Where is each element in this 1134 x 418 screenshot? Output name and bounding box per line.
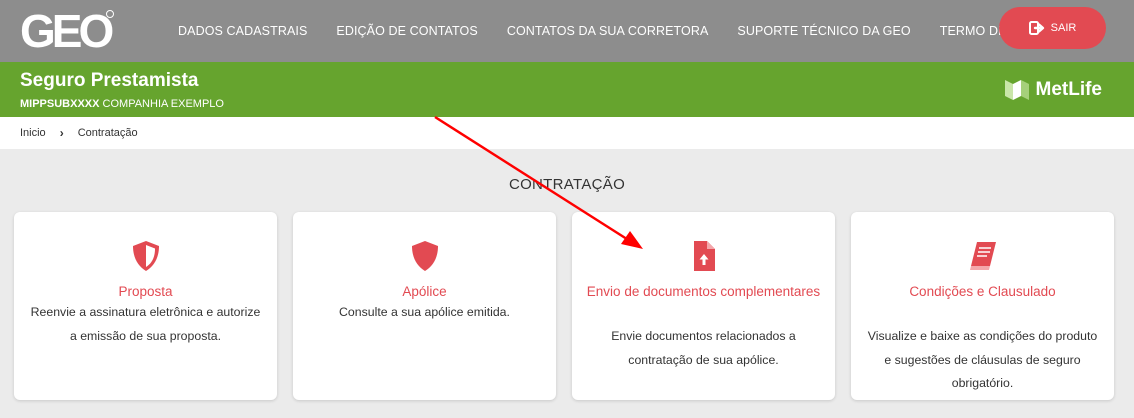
card-title: Envio de documentos complementares [586,284,821,299]
nav-dados-cadastrais[interactable]: DADOS CADASTRAIS [178,24,307,38]
card-title: Condições e Clausulado [909,284,1056,299]
metlife-logo: MetLife [1004,79,1103,101]
card-description: Consulte a sua apólice emitida. [339,305,510,319]
metlife-mark-icon [1004,80,1029,100]
shield-half-icon [132,241,159,271]
card-proposta[interactable]: Proposta Reenvie a assinatura eletrônica… [14,212,277,400]
card-description: Envie documentos relacionados a contrata… [611,329,796,367]
book-icon [969,242,996,270]
card-description: Reenvie a assinatura eletrônica e autori… [30,305,261,343]
product-title: Seguro Prestamista [20,70,199,91]
company-name: COMPANHIA EXEMPLO [102,98,224,110]
chevron-right-icon: › [59,126,64,140]
logout-icon [1028,21,1044,35]
nav-suporte-tecnico[interactable]: SUPORTE TÉCNICO DA GEO [737,24,910,38]
top-navigation-bar: GEO DADOS CADASTRAIS EDIÇÃO DE CONTATOS … [0,0,1134,62]
nav-edicao-contatos[interactable]: EDIÇÃO DE CONTATOS [336,24,477,38]
product-subtitle: MIPPSUBXXXX COMPANHIA EXEMPLO [20,98,224,110]
nav-contatos-corretora[interactable]: CONTATOS DA SUA CORRETORA [507,24,709,38]
geo-logo[interactable]: GEO [20,5,116,57]
breadcrumb: Inicio › Contratação [0,117,1134,149]
card-description: Visualize e baixe as condições do produt… [867,329,1098,390]
card-title: Apólice [402,284,447,299]
svg-text:GEO: GEO [20,6,112,54]
main-nav: DADOS CADASTRAIS EDIÇÃO DE CONTATOS CONT… [178,0,1066,62]
card-apolice[interactable]: Apólice Consulte a sua apólice emitida. [293,212,556,400]
file-upload-icon [693,241,715,271]
breadcrumb-home[interactable]: Inicio [20,127,46,139]
card-condicoes-clausulado[interactable]: Condições e Clausulado Visualize e baixe… [851,212,1114,400]
shield-icon [411,241,438,271]
logout-button[interactable]: SAIR [999,7,1106,49]
section-title: CONTRATAÇÃO [508,176,626,193]
card-title: Proposta [118,284,173,299]
logout-label: SAIR [1050,22,1077,34]
breadcrumb-current: Contratação [77,127,138,139]
card-envio-documentos[interactable]: Envio de documentos complementares Envie… [572,212,835,400]
product-code: MIPPSUBXXXX [20,98,100,110]
metlife-brand-name: MetLife [1035,79,1103,100]
product-header: Seguro Prestamista MIPPSUBXXXX COMPANHIA… [0,62,1134,117]
